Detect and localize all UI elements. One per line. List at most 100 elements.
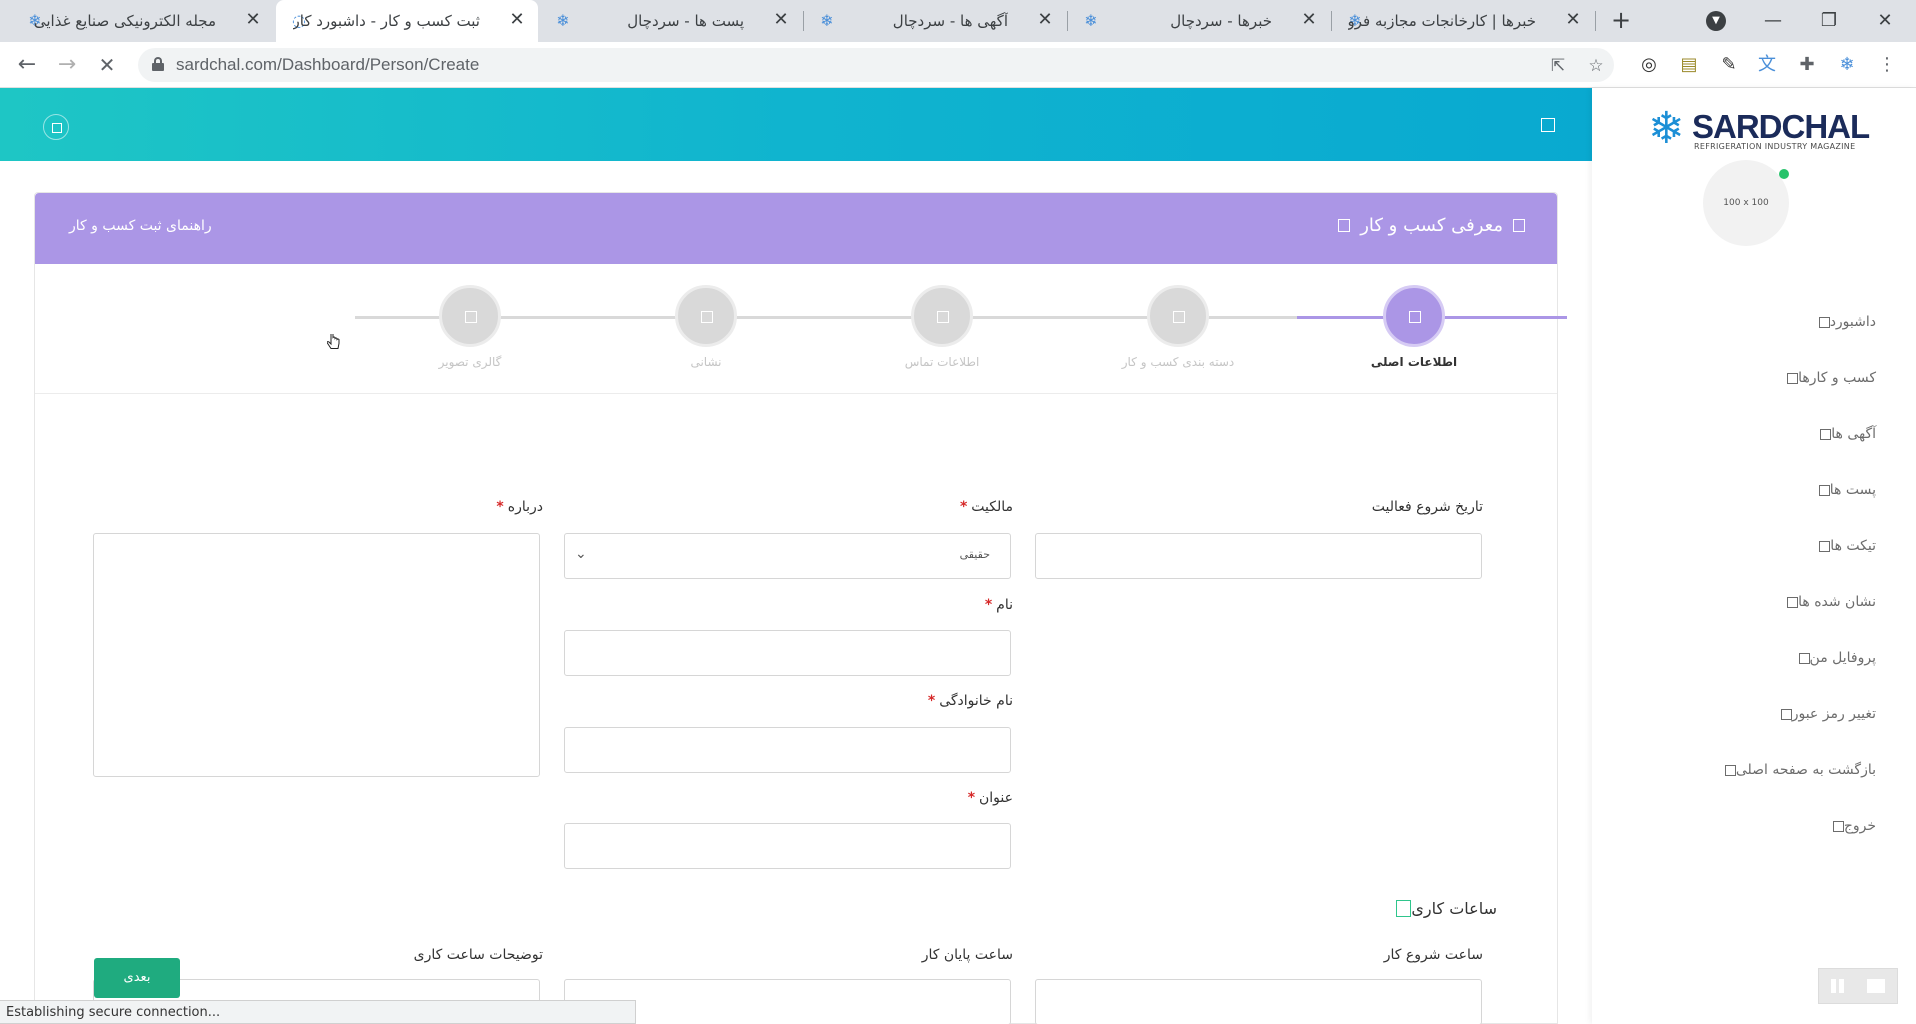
restore-icon[interactable]: ❐ bbox=[1812, 4, 1846, 38]
step-label: اطلاعات تماس bbox=[904, 355, 980, 369]
square-icon bbox=[1820, 428, 1832, 440]
registration-guide-link[interactable]: راهنمای ثبت کسب و کار bbox=[69, 218, 212, 234]
extension-circle-icon[interactable]: ◎ bbox=[1638, 54, 1660, 76]
logo-subtitle: REFRIGERATION INDUSTRY MAGAZINE bbox=[1694, 142, 1856, 151]
step-category[interactable]: دسته بندی کسب و کار bbox=[1078, 285, 1278, 385]
step-circle-icon bbox=[1383, 285, 1445, 347]
browser-tab-news-factories[interactable]: ❄ خبرها | کارخانجات مجازبه فرو ✕ bbox=[1332, 0, 1594, 42]
sidebar-item-label: تیکت ها bbox=[1830, 538, 1876, 554]
form-stepper: اطلاعات اصلی دسته بندی کسب و کار اطلاعات… bbox=[35, 264, 1567, 394]
step-main-info[interactable]: اطلاعات اصلی bbox=[1314, 285, 1514, 385]
close-tab-icon[interactable]: ✕ bbox=[242, 9, 264, 31]
browser-tab-ads[interactable]: ❄ آگهی ها - سردچال ✕ bbox=[804, 0, 1066, 42]
menu-toggle-icon[interactable] bbox=[1541, 118, 1555, 132]
address-bar[interactable]: sardchal.com/Dashboard/Person/Create ⇱ ☆ bbox=[138, 48, 1614, 82]
card-header: معرفی کسب و کار راهنمای ثبت کسب و کار bbox=[35, 193, 1557, 264]
sidebar-item-profile[interactable]: پروفایل من bbox=[1787, 646, 1876, 670]
tab-title: خبرها - سردچال bbox=[1170, 12, 1272, 30]
ownership-select[interactable]: حقیقی ⌄ bbox=[564, 533, 1011, 579]
step-gallery[interactable]: گالری تصویر bbox=[370, 285, 570, 385]
logo-text: SARDCHAL bbox=[1692, 108, 1870, 145]
close-tab-icon[interactable]: ✕ bbox=[1562, 9, 1584, 31]
hand-cursor-icon bbox=[327, 334, 340, 349]
step-circle-icon bbox=[911, 285, 973, 347]
close-tab-icon[interactable]: ✕ bbox=[770, 9, 792, 31]
sidebar-item-logout[interactable]: خروج bbox=[1821, 814, 1876, 838]
tab-title: مجله الکترونیکی صنایع غذایی bbox=[33, 12, 216, 30]
notification-toggle-icon[interactable] bbox=[43, 114, 69, 140]
page: ❄ SARDCHAL REFRIGERATION INDUSTRY MAGAZI… bbox=[0, 88, 1916, 1024]
extension-feather-icon[interactable]: ✎ bbox=[1718, 54, 1740, 76]
working-hours-toggle[interactable]: ساعات کاری bbox=[1388, 899, 1497, 918]
sidebar-item-businesses[interactable]: کسب و کارها bbox=[1775, 366, 1876, 390]
chevron-down-icon: ⌄ bbox=[575, 546, 587, 562]
extension-sheet-icon[interactable]: ▤ bbox=[1678, 54, 1700, 76]
close-window-icon[interactable]: ✕ bbox=[1868, 4, 1902, 38]
lock-icon[interactable] bbox=[152, 57, 164, 71]
sidebar-item-change-password[interactable]: تغییر رمز عبور bbox=[1769, 702, 1876, 726]
tab-search-icon[interactable]: ▼ bbox=[1706, 11, 1726, 31]
square-icon bbox=[1818, 316, 1830, 328]
close-tab-icon[interactable]: ✕ bbox=[1298, 9, 1320, 31]
avatar[interactable]: 100 x 100 bbox=[1703, 160, 1789, 246]
card-title: معرفی کسب و کار bbox=[1338, 215, 1525, 236]
start-date-input[interactable] bbox=[1035, 533, 1482, 579]
step-address[interactable]: نشانی bbox=[606, 285, 806, 385]
square-icon bbox=[1724, 764, 1736, 776]
dashboard-topbar bbox=[0, 88, 1592, 161]
square-icon bbox=[1787, 372, 1799, 384]
about-textarea[interactable] bbox=[93, 533, 540, 777]
back-arrow-icon[interactable]: ← bbox=[12, 50, 42, 80]
pip-icon[interactable] bbox=[1867, 979, 1885, 993]
site-logo[interactable]: ❄ SARDCHAL REFRIGERATION INDUSTRY MAGAZI… bbox=[1648, 104, 1870, 156]
step-contact-info[interactable]: اطلاعات تماس bbox=[842, 285, 1042, 385]
first-name-input[interactable] bbox=[564, 630, 1011, 676]
step-label: گالری تصویر bbox=[438, 355, 502, 369]
step-circle-icon bbox=[1147, 285, 1209, 347]
business-form-card: معرفی کسب و کار راهنمای ثبت کسب و کار اط… bbox=[34, 192, 1567, 1024]
bookmark-star-icon[interactable]: ☆ bbox=[1586, 56, 1606, 76]
sidebar-item-dashboard[interactable]: داشبورد bbox=[1807, 310, 1876, 334]
work-start-input[interactable] bbox=[1035, 979, 1482, 1024]
browser-tab-news[interactable]: ❄ خبرها - سردچال ✕ bbox=[1068, 0, 1330, 42]
pause-icon[interactable] bbox=[1839, 979, 1844, 993]
close-tab-icon[interactable]: ✕ bbox=[506, 9, 528, 31]
snowflake-favicon-icon: ❄ bbox=[820, 11, 834, 30]
tab-title: آگهی ها - سردچال bbox=[892, 12, 1008, 30]
step-label: دسته بندی کسب و کار bbox=[1121, 355, 1235, 369]
translate-icon[interactable]: 文 bbox=[1756, 54, 1778, 76]
next-button[interactable]: بعدی bbox=[94, 958, 180, 998]
sidebar-item-posts[interactable]: پست ها bbox=[1807, 478, 1876, 502]
step-circle-icon bbox=[675, 285, 737, 347]
new-tab-icon[interactable]: + bbox=[1608, 8, 1634, 34]
video-controls[interactable] bbox=[1818, 968, 1898, 1004]
close-tab-icon[interactable]: ✕ bbox=[1034, 9, 1056, 31]
sidebar-item-tickets[interactable]: تیکت ها bbox=[1807, 534, 1876, 558]
sidebar-item-label: داشبورد bbox=[1829, 314, 1876, 330]
first-name-label: نام* bbox=[984, 597, 1013, 613]
open-in-app-icon[interactable]: ⇱ bbox=[1548, 56, 1568, 76]
browser-tab-food-magazine[interactable]: ❄ مجله الکترونیکی صنایع غذایی ✕ bbox=[12, 0, 274, 42]
sidebar-item-bookmarks[interactable]: نشان شده ها bbox=[1775, 590, 1876, 614]
working-hours-checkbox[interactable] bbox=[1396, 900, 1412, 917]
forward-arrow-icon[interactable]: → bbox=[52, 50, 82, 80]
browser-tab-business-register[interactable]: ◌ ثبت کسب و کار - داشبورد کار ✕ bbox=[276, 0, 538, 42]
extensions-puzzle-icon[interactable]: ✚ bbox=[1796, 54, 1818, 76]
browser-menu-icon[interactable]: ⋮ bbox=[1876, 54, 1898, 76]
sidebar-item-ads[interactable]: آگهی ها bbox=[1808, 422, 1876, 446]
sidebar-item-label: پروفایل من bbox=[1809, 650, 1876, 666]
stop-loading-icon[interactable]: ✕ bbox=[92, 50, 122, 80]
browser-tab-strip: ❄ مجله الکترونیکی صنایع غذایی ✕ ◌ ثبت کس… bbox=[0, 0, 1916, 42]
sidebar-item-home[interactable]: بازگشت به صفحه اصلی bbox=[1713, 758, 1876, 782]
browser-tab-posts[interactable]: ❄ پست ها - سردچال ✕ bbox=[540, 0, 802, 42]
square-icon bbox=[1787, 596, 1799, 608]
minimize-icon[interactable]: — bbox=[1756, 4, 1790, 38]
last-name-input[interactable] bbox=[564, 727, 1011, 773]
profile-snowflake-icon[interactable]: ❄ bbox=[1836, 54, 1858, 76]
title-input[interactable] bbox=[564, 823, 1011, 869]
pause-icon[interactable] bbox=[1831, 979, 1836, 993]
square-icon bbox=[1832, 820, 1844, 832]
url-text[interactable]: sardchal.com/Dashboard/Person/Create bbox=[176, 55, 479, 75]
about-label: درباره* bbox=[496, 499, 543, 515]
square-icon bbox=[1513, 219, 1525, 232]
